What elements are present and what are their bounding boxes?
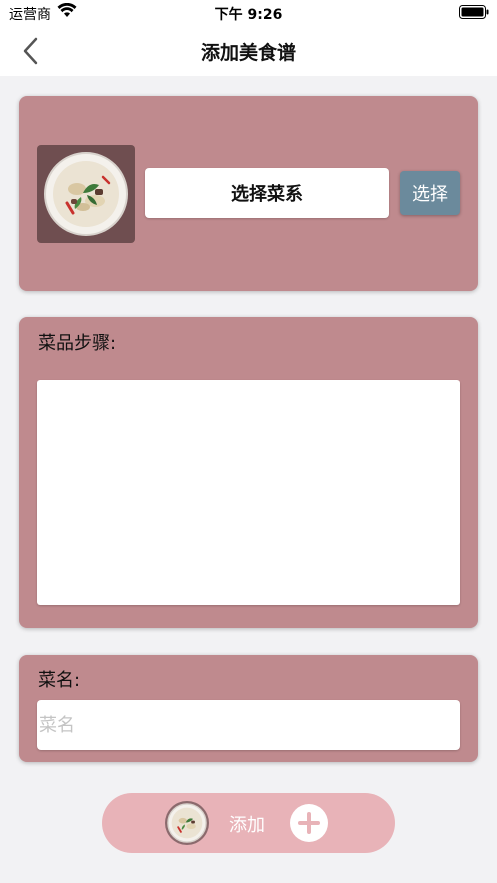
steps-card: 菜品步骤: — [19, 317, 478, 628]
add-button-label: 添加 — [229, 815, 265, 836]
steps-textarea[interactable] — [37, 380, 460, 605]
dish-thumbnail-icon — [167, 803, 207, 843]
status-time: 下午 9:26 — [214, 7, 283, 23]
plus-circle-icon — [290, 804, 328, 842]
dish-image-picker[interactable] — [37, 145, 135, 243]
dish-name-card: 菜名: — [19, 655, 478, 762]
dish-name-input[interactable] — [37, 700, 460, 750]
navigation-bar: 添加美食谱 — [0, 26, 497, 76]
dish-thumbnail-icon — [44, 152, 128, 236]
page-title: 添加美食谱 — [200, 42, 296, 64]
dish-name-label: 菜名: — [38, 670, 81, 691]
add-dish-thumbnail — [165, 801, 209, 845]
select-cuisine-button[interactable]: 选择菜系 — [145, 168, 389, 218]
steps-label: 菜品步骤: — [38, 333, 117, 354]
choose-button[interactable]: 选择 — [400, 171, 460, 215]
add-button[interactable]: 添加 — [102, 793, 395, 853]
status-bar: 运营商 下午 9:26 — [0, 0, 497, 26]
battery-icon — [459, 5, 489, 19]
cuisine-card: 选择菜系 选择 — [19, 96, 478, 291]
